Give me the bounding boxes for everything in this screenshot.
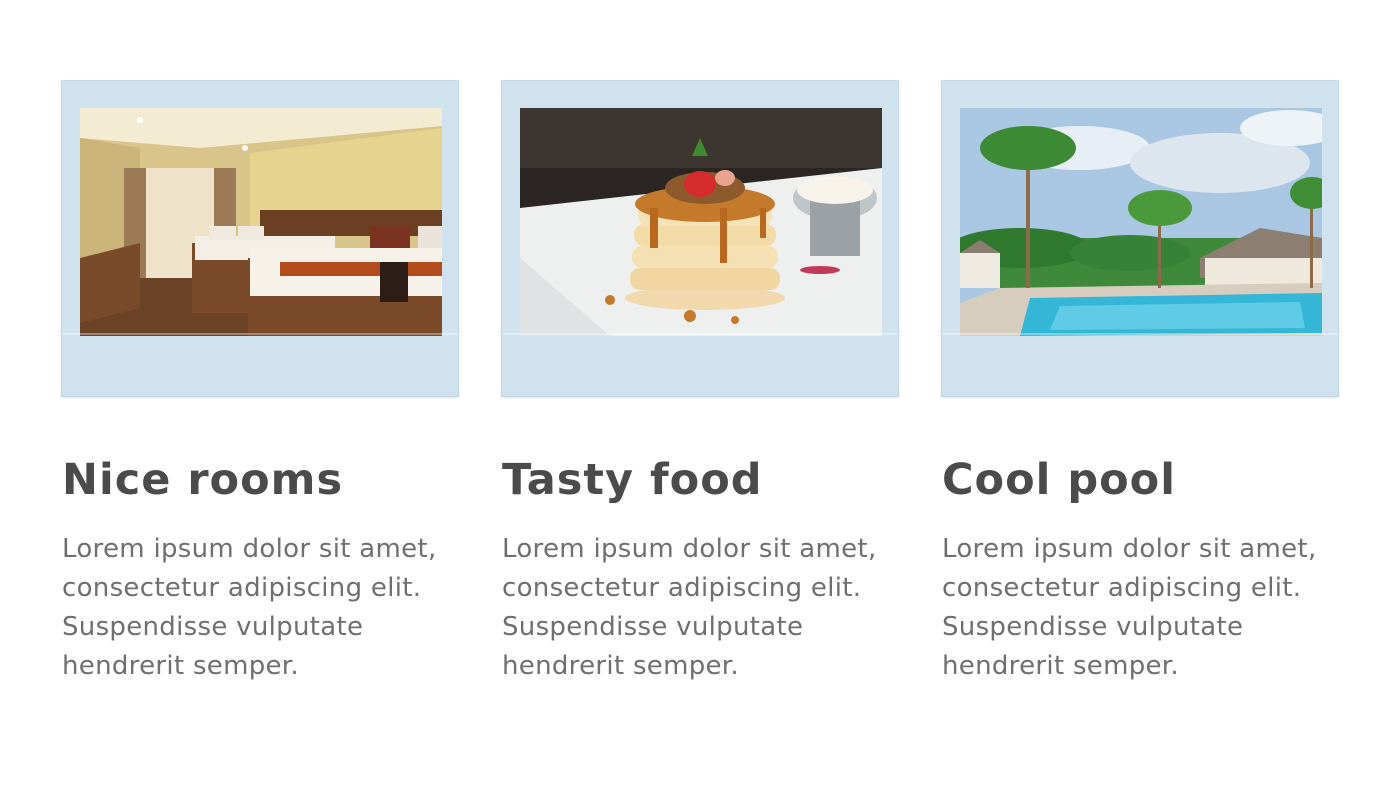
hotel-room-photo — [80, 108, 442, 336]
description-line: consectetur adipiscing elit. — [942, 573, 1302, 603]
description-line: Suspendisse vulputate — [502, 612, 804, 642]
photo-frame — [501, 80, 899, 397]
feature-description: Lorem ipsum dolor sit amet, consectetur … — [62, 530, 460, 686]
feature-card-food: Tasty food Lorem ipsum dolor sit amet, c… — [501, 80, 899, 681]
feature-title: Nice rooms — [62, 455, 344, 505]
description-line: hendrerit semper. — [62, 651, 299, 681]
feature-section: Nice rooms Lorem ipsum dolor sit amet, c… — [0, 0, 1400, 800]
feature-title: Tasty food — [502, 455, 763, 505]
description-line: hendrerit semper. — [502, 651, 739, 681]
description-line: consectetur adipiscing elit. — [62, 573, 422, 603]
description-line: Lorem ipsum dolor sit amet, — [62, 534, 437, 564]
feature-card-pool: Cool pool Lorem ipsum dolor sit amet, co… — [941, 80, 1339, 681]
photo-frame — [61, 80, 459, 397]
feature-description: Lorem ipsum dolor sit amet, consectetur … — [942, 530, 1340, 686]
pool-photo — [960, 108, 1322, 336]
photo-frame — [941, 80, 1339, 397]
pancake-stack-photo — [520, 108, 882, 336]
description-line: Lorem ipsum dolor sit amet, — [942, 534, 1317, 564]
feature-title: Cool pool — [942, 455, 1176, 505]
feature-description: Lorem ipsum dolor sit amet, consectetur … — [502, 530, 900, 686]
description-line: consectetur adipiscing elit. — [502, 573, 862, 603]
description-line: Lorem ipsum dolor sit amet, — [502, 534, 877, 564]
feature-card-rooms: Nice rooms Lorem ipsum dolor sit amet, c… — [61, 80, 459, 681]
description-line: hendrerit semper. — [942, 651, 1179, 681]
description-line: Suspendisse vulputate — [942, 612, 1244, 642]
description-line: Suspendisse vulputate — [62, 612, 364, 642]
